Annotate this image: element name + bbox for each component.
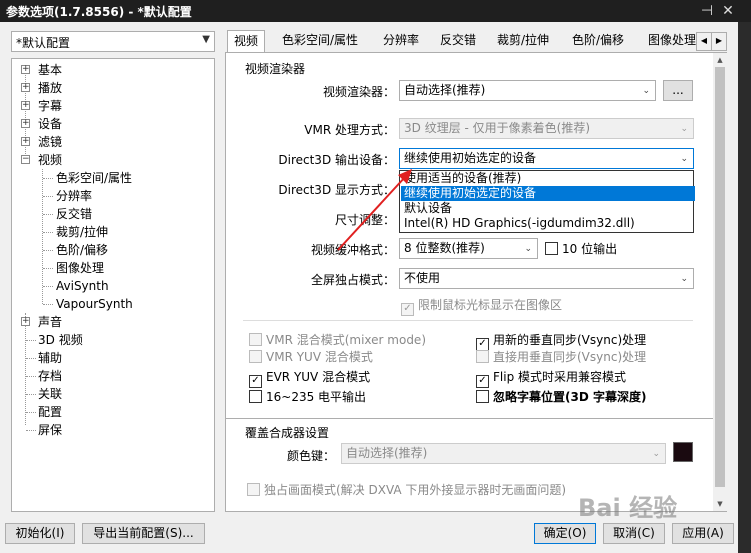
renderer-label: 视频渲染器： (322, 85, 395, 99)
profile-select[interactable]: *默认配置 ▼ (11, 31, 215, 52)
fullscreen-label: 全屏独占模式： (310, 273, 395, 287)
dropdown-option-selected[interactable]: 继续使用初始选定的设备 (401, 186, 695, 201)
annotation-arrow-icon (337, 169, 412, 251)
scroll-thumb[interactable] (715, 67, 725, 487)
dropdown-option[interactable]: 使用适当的设备(推荐) (401, 171, 695, 186)
tab-resolution[interactable]: 分辨率 (377, 30, 425, 52)
cancel-button[interactable]: 取消(C) (603, 523, 665, 544)
init-button[interactable]: 初始化(I) (5, 523, 75, 544)
expand-icon[interactable]: + (21, 65, 30, 74)
window-title: 参数选项(1.7.8556) - *默认配置 (6, 5, 192, 19)
apply-button[interactable]: 应用(A) (672, 523, 734, 544)
panel-scrollbar[interactable]: ▲ ▼ (713, 53, 727, 511)
tab-scroll-right-icon[interactable]: ▶ (711, 32, 727, 51)
dropdown-option[interactable]: Intel(R) HD Graphics(-igdumdim32.dll) (401, 216, 695, 231)
chevron-down-icon: ▼ (202, 34, 210, 45)
d3d-output-dropdown: 使用适当的设备(推荐) 继续使用初始选定的设备 默认设备 Intel(R) HD… (399, 170, 695, 233)
divider (225, 418, 713, 419)
tenbit-checkbox[interactable]: 10 位输出 (545, 241, 617, 257)
tree-item-crop[interactable]: 裁剪/拉伸 (56, 223, 108, 241)
ignore-sub-position-checkbox[interactable]: 忽略字幕位置(3D 字幕深度) (476, 389, 646, 405)
tab-deinterlace[interactable]: 反交错 (434, 30, 482, 52)
overlay-group-title: 覆盖合成器设置 (245, 426, 330, 440)
tab-video[interactable]: 视频 (227, 30, 266, 53)
d3d-output-select[interactable]: 继续使用初始选定的设备 ⌄ (399, 148, 694, 169)
level-16-235-checkbox[interactable]: 16~235 电平输出 (249, 389, 366, 405)
tree-item-avisynth[interactable]: AviSynth (56, 277, 109, 295)
tree-item-colorspace[interactable]: 色彩空间/属性 (56, 169, 132, 187)
tree-item-resolution[interactable]: 分辨率 (56, 187, 92, 205)
renderer-group-title: 视频渲染器 (245, 62, 306, 76)
divider (243, 320, 693, 321)
tab-crop[interactable]: 裁剪/拉伸 (491, 30, 555, 52)
vmr-label: VMR 处理方式： (304, 123, 395, 137)
chevron-down-icon: ⌄ (642, 86, 650, 96)
collapse-icon[interactable]: − (21, 155, 30, 164)
expand-icon[interactable]: + (21, 317, 30, 326)
watermark: Bai 经验 (578, 494, 678, 522)
tab-bar: 视频 色彩空间/属性 分辨率 反交错 裁剪/拉伸 色阶/偏移 图像处理 ◀ ▶ (225, 30, 741, 53)
tree-item-image-processing[interactable]: 图像处理 (56, 259, 104, 277)
tab-colorspace[interactable]: 色彩空间/属性 (276, 30, 364, 52)
tree-item-deinterlace[interactable]: 反交错 (56, 205, 92, 223)
expand-icon[interactable]: + (21, 119, 30, 128)
scroll-down-icon[interactable]: ▼ (713, 497, 727, 511)
title-bar: 参数选项(1.7.8556) - *默认配置 ⊣ ✕ (0, 0, 751, 22)
chevron-down-icon: ⌄ (680, 124, 688, 134)
color-key-label: 颜色键： (286, 449, 335, 463)
vmr-yuv-checkbox[interactable]: VMR YUV 混合模式 (249, 349, 373, 365)
chevron-down-icon: ⌄ (680, 274, 688, 284)
direct-vsync-checkbox[interactable]: 直接用垂直同步(Vsync)处理 (476, 349, 646, 365)
renderer-select[interactable]: 自动选择(推荐) ⌄ (399, 80, 656, 101)
exclusive-mode-checkbox[interactable]: 独占画面模式(解决 DXVA 下用外接显示器时无画面问题) (247, 482, 566, 498)
color-key-select[interactable]: 自动选择(推荐) ⌄ (341, 443, 666, 464)
background-window-strip (738, 22, 751, 553)
chevron-down-icon: ⌄ (680, 154, 688, 164)
tab-scroll-left-icon[interactable]: ◀ (696, 32, 712, 51)
renderer-more-button[interactable]: ... (663, 80, 693, 101)
color-key-swatch[interactable] (673, 442, 693, 462)
evr-yuv-checkbox[interactable]: ✓ EVR YUV 混合模式 (249, 369, 370, 388)
fullscreen-select[interactable]: 不使用 ⌄ (399, 268, 694, 289)
chevron-down-icon: ⌄ (652, 449, 660, 459)
profile-select-value: *默认配置 (16, 36, 71, 50)
settings-tree: + 基本 + 播放 + 字幕 + 设备 + 滤镜 − 视频 色彩空间/属性 分辨率 反交错 … (11, 58, 215, 512)
close-icon[interactable]: ✕ (718, 2, 738, 20)
chevron-down-icon: ⌄ (524, 244, 532, 254)
tab-levels[interactable]: 色阶/偏移 (566, 30, 630, 52)
vmr-mix-checkbox[interactable]: VMR 混合模式(mixer mode) (249, 332, 426, 348)
ok-button[interactable]: 确定(O) (534, 523, 596, 544)
pin-icon[interactable]: ⊣ (697, 2, 717, 20)
flip-mode-checkbox[interactable]: ✓ Flip 模式时采用兼容模式 (476, 369, 626, 388)
expand-icon[interactable]: + (21, 101, 30, 110)
expand-icon[interactable]: + (21, 137, 30, 146)
tree-item-vapoursynth[interactable]: VapourSynth (56, 295, 133, 313)
export-config-button[interactable]: 导出当前配置(S)... (82, 523, 205, 544)
limit-cursor-checkbox[interactable]: ✓ 限制鼠标光标显示在图像区 (401, 297, 562, 316)
expand-icon[interactable]: + (21, 83, 30, 92)
dropdown-option[interactable]: 默认设备 (401, 201, 695, 216)
scroll-up-icon[interactable]: ▲ (713, 53, 727, 67)
vmr-select[interactable]: 3D 纹理层 - 仅用于像素着色(推荐) ⌄ (399, 118, 694, 139)
tree-item-levels[interactable]: 色阶/偏移 (56, 241, 108, 259)
